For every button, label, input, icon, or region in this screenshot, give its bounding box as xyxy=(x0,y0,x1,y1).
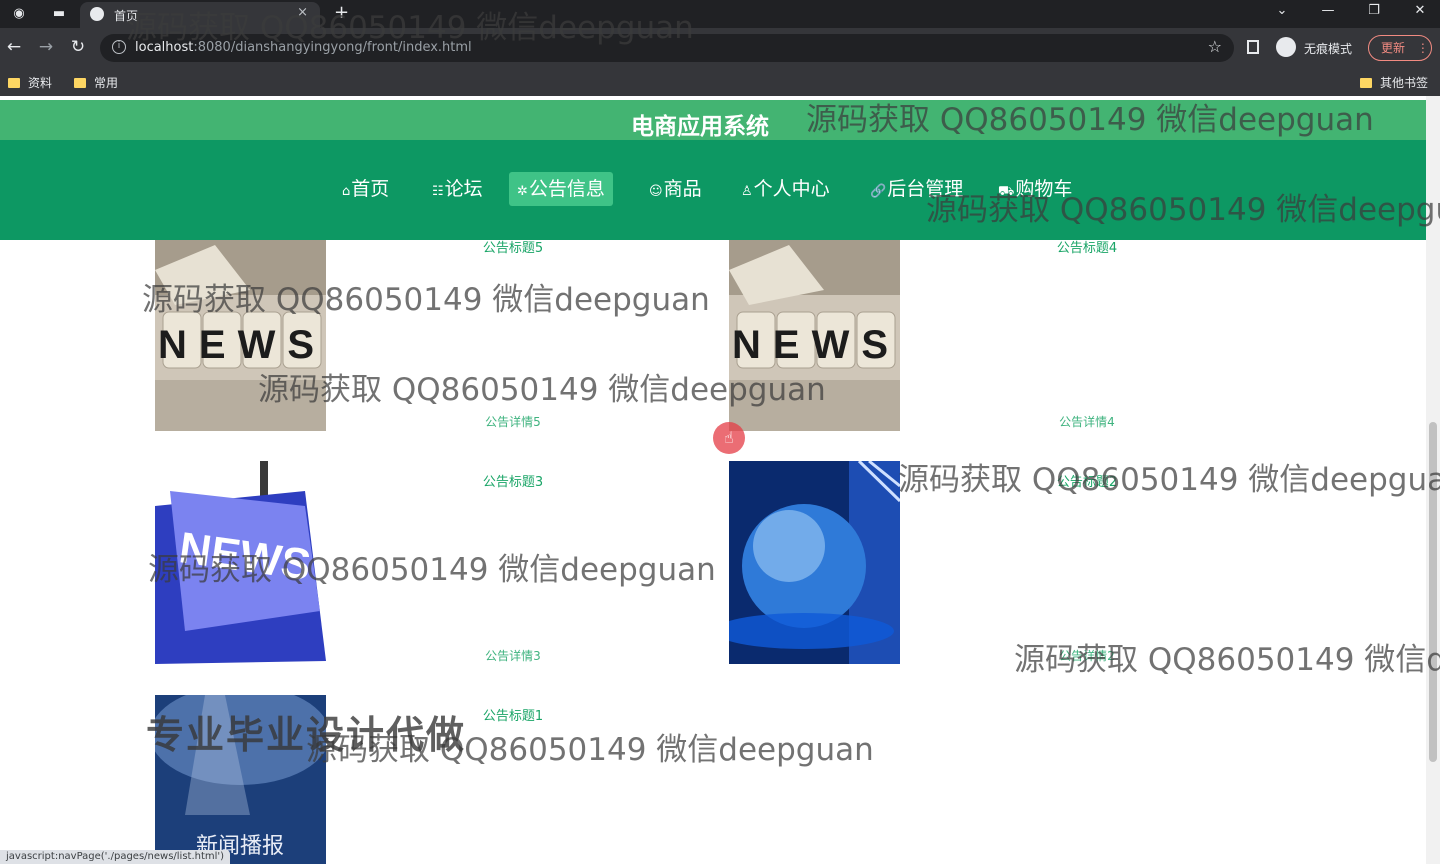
bookmarks-bar: 资料 常用 其他书签 xyxy=(0,68,1440,97)
link-icon: 🔗 xyxy=(870,184,887,199)
site-info-icon[interactable]: i xyxy=(112,40,126,54)
incognito-label: 无痕模式 xyxy=(1304,42,1353,56)
nav-personal-center[interactable]: ♙个人中心 xyxy=(733,172,838,206)
bookmark-star-icon[interactable]: ☆ xyxy=(1208,37,1222,56)
restore-icon[interactable]: ❐ xyxy=(1362,3,1386,18)
site-header: 电商应用系统 xyxy=(0,100,1426,140)
mouse-cursor: ☝ xyxy=(713,422,745,454)
news-dice-image[interactable]: NEWS xyxy=(729,240,900,431)
incognito-icon xyxy=(1276,37,1296,57)
forward-arrow-icon[interactable]: → xyxy=(36,37,56,57)
browser-tab[interactable]: 首页 × xyxy=(80,2,320,28)
page-scrollbar[interactable] xyxy=(1426,96,1440,864)
update-button[interactable]: 更新 ⋮ xyxy=(1368,35,1432,61)
scrollbar-thumb[interactable] xyxy=(1429,422,1437,762)
news-title-3[interactable]: 公告标题3 xyxy=(393,471,633,490)
reload-icon[interactable]: ↻ xyxy=(68,37,88,57)
news-detail-2: 公告详情2 xyxy=(1059,649,1115,663)
news-dice-image[interactable]: NEWS xyxy=(155,240,326,431)
promo-text: 专业毕业设计代做 xyxy=(146,713,467,757)
other-bookmarks[interactable]: 其他书签 xyxy=(1360,74,1428,91)
browser-tab-strip: ◉ ▬ 首页 × + ⌄ — ❐ ✕ xyxy=(0,0,1440,28)
cart-icon: ⛟ xyxy=(998,184,1015,199)
forum-icon: ☷ xyxy=(432,184,444,199)
back-arrow-icon[interactable]: ← xyxy=(4,37,24,57)
new-tab-button[interactable]: + xyxy=(334,2,349,23)
product-icon: ☺ xyxy=(649,184,663,199)
news-detail-3: 公告详情3 xyxy=(485,649,541,663)
news-title-2[interactable]: 公告标题2 xyxy=(967,471,1207,490)
side-panel-icon[interactable] xyxy=(1247,40,1259,54)
nav-home[interactable]: ⌂首页 xyxy=(334,172,397,206)
address-toolbar: ← → ↻ i localhost:8080/dianshangyingyong… xyxy=(0,28,1440,68)
nav-admin[interactable]: 🔗后台管理 xyxy=(862,172,971,206)
tab-search-icon[interactable]: ▬ xyxy=(48,4,70,24)
folder-icon xyxy=(8,78,20,88)
window-close-icon[interactable]: ✕ xyxy=(1408,3,1432,18)
minimize-icon[interactable]: — xyxy=(1316,3,1340,18)
hand-pointer-icon: ☝ xyxy=(724,428,734,447)
site-title: 电商应用系统 xyxy=(631,114,769,140)
update-label: 更新 xyxy=(1381,41,1406,55)
status-bar-url: javascript:navPage('./pages/news/list.ht… xyxy=(0,850,231,864)
nav-announcements[interactable]: ✲公告信息 xyxy=(509,172,613,206)
news-title-5[interactable]: 公告标题5 xyxy=(393,237,633,256)
nav-products[interactable]: ☺商品 xyxy=(641,172,710,206)
main-nav: ⌂首页 ☷论坛 ✲公告信息 ☺商品 ♙个人中心 🔗后台管理 ⛟购物车 xyxy=(0,140,1426,240)
globe-favicon-icon xyxy=(90,7,104,21)
user-icon: ♙ xyxy=(741,184,753,199)
image-news-text: NEWS xyxy=(158,323,326,367)
more-menu-icon[interactable]: ⋮ xyxy=(1417,41,1429,55)
news-detail-4: 公告详情4 xyxy=(1059,415,1115,429)
bookmark-folder-2[interactable]: 常用 xyxy=(74,74,118,91)
announcement-icon: ✲ xyxy=(517,184,528,199)
tab-title: 首页 xyxy=(114,9,139,23)
globe-image[interactable] xyxy=(729,461,900,664)
bookmark-folder-1[interactable]: 资料 xyxy=(8,74,52,91)
nav-cart[interactable]: ⛟购物车 xyxy=(990,172,1080,206)
folder-icon xyxy=(74,78,86,88)
home-icon: ⌂ xyxy=(342,184,351,199)
tab-list-chevron-icon[interactable]: ⌄ xyxy=(1270,3,1294,18)
news-detail-5: 公告详情5 xyxy=(485,415,541,429)
news-key-image[interactable]: NEWS xyxy=(155,461,326,664)
nav-forum[interactable]: ☷论坛 xyxy=(424,172,491,206)
address-bar[interactable]: i localhost:8080/dianshangyingyong/front… xyxy=(100,34,1234,62)
url-text[interactable]: localhost:8080/dianshangyingyong/front/i… xyxy=(135,40,472,55)
profile-icon[interactable]: ◉ xyxy=(8,4,30,24)
image-news-text: NEWS xyxy=(732,323,900,367)
folder-icon xyxy=(1360,78,1372,88)
news-title-4[interactable]: 公告标题4 xyxy=(967,237,1207,256)
tab-close-icon[interactable]: × xyxy=(297,5,308,20)
